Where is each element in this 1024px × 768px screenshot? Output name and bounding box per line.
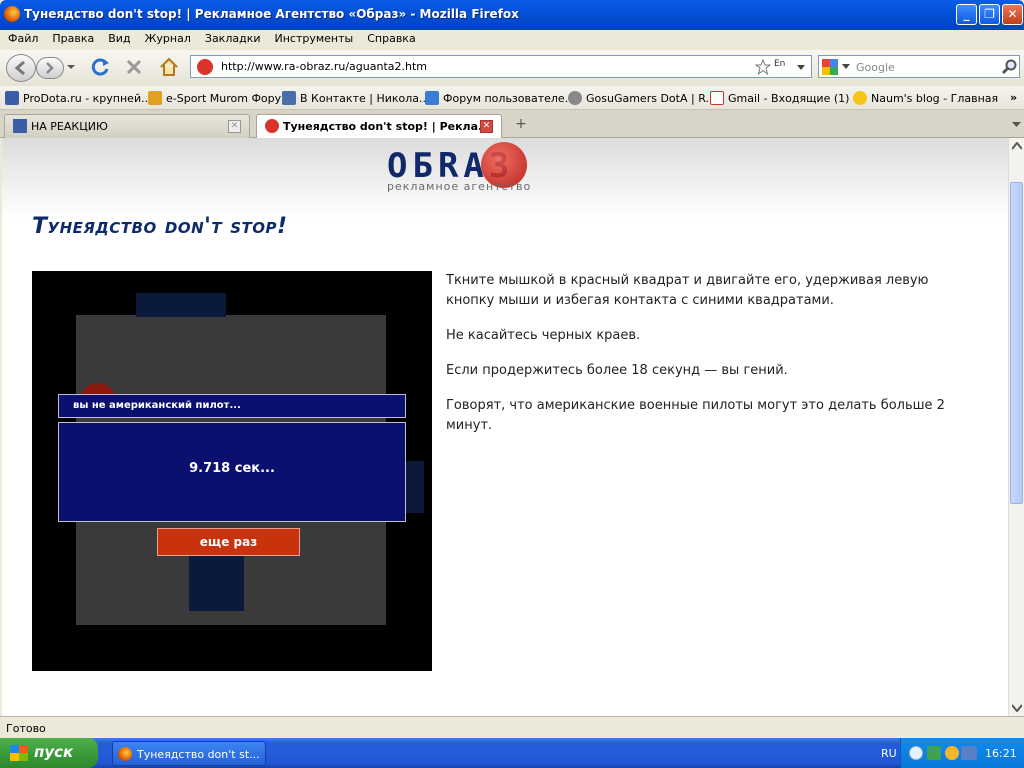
new-tab-button[interactable]: + (508, 116, 534, 136)
translate-icon[interactable]: En (774, 59, 792, 74)
menu-view[interactable]: Вид (100, 30, 136, 45)
tab-close-icon[interactable]: ✕ (480, 120, 493, 133)
menu-bookmarks[interactable]: Закладки (197, 30, 267, 45)
result-header: вы не американский пилот... (58, 394, 406, 418)
smiley-icon (853, 91, 867, 105)
prodota-icon (5, 91, 19, 105)
forum-icon (148, 91, 162, 105)
taskbar-item-label: Тунеядство don't st... (137, 748, 260, 761)
bookmarks-toolbar: ProDota.ru - крупней... e-Sport Murom Фо… (0, 86, 1024, 110)
start-label: пуск (34, 743, 74, 761)
page-content: ОБRАЗ рекламное агентство Тунеядство don… (2, 138, 1008, 716)
reload-icon[interactable] (90, 56, 112, 78)
bookmarks-overflow-icon[interactable]: » (1010, 91, 1017, 104)
page-heading: Тунеядство don't stop! (32, 214, 288, 239)
menu-tools[interactable]: Инструменты (267, 30, 360, 45)
stop-icon[interactable] (124, 57, 144, 77)
tab-na-reakciyu[interactable]: НА РЕАКЦИЮ ✕ (4, 114, 250, 138)
blue-square (404, 461, 424, 513)
system-tray: RU 16:21 (881, 738, 1024, 768)
start-button[interactable]: пуск (0, 738, 98, 768)
bookmark-forum[interactable]: Форум пользователе... (425, 91, 575, 105)
menu-edit[interactable]: Правка (44, 30, 100, 45)
retry-button[interactable]: еще раз (157, 528, 300, 556)
tray-app-icon[interactable] (945, 746, 959, 760)
instruction-text: Не касайтесь черных краев. (446, 328, 641, 343)
firefox-icon (4, 6, 20, 22)
back-arrow-icon (14, 60, 25, 76)
bookmark-naum-blog[interactable]: Naum's blog - Главная (853, 91, 998, 105)
back-button[interactable] (6, 54, 36, 82)
menu-help[interactable]: Справка (359, 30, 421, 45)
forward-arrow-icon (46, 62, 54, 74)
status-text: Готово (6, 722, 46, 735)
tab-label: НА РЕАКЦИЮ (31, 120, 108, 133)
close-button[interactable]: ✕ (1002, 4, 1023, 25)
windows-logo-icon (10, 745, 28, 761)
scrollbar-thumb[interactable] (1010, 182, 1023, 504)
vk-icon (282, 91, 296, 105)
tab-close-icon[interactable]: ✕ (228, 120, 241, 133)
scroll-up-icon[interactable] (1012, 142, 1022, 150)
description: Ткните мышкой в красный квадрат и двигай… (446, 271, 976, 436)
bookmark-gosugamers[interactable]: GosuGamers DotA | R... (568, 91, 716, 105)
menu-history[interactable]: Журнал (137, 30, 197, 45)
menu-file[interactable]: Файл (0, 30, 44, 45)
url-bar[interactable]: http://www.ra-obraz.ru/aguanta2.htm En (190, 55, 812, 78)
gosugamers-icon (568, 91, 582, 105)
taskbar-item-firefox[interactable]: Тунеядство don't st... (112, 741, 266, 766)
tab-strip: НА РЕАКЦИЮ ✕ Тунеядство don't stop! | Ре… (0, 110, 1024, 139)
search-icon[interactable] (1001, 59, 1017, 75)
status-bar: Готово (0, 716, 1024, 738)
tab-favicon-icon (265, 119, 279, 133)
language-indicator[interactable]: RU (881, 747, 897, 760)
tab-favicon-icon (13, 119, 27, 133)
tray-expand-icon[interactable] (909, 746, 923, 760)
bookmark-star-icon[interactable] (755, 59, 771, 75)
clock[interactable]: 16:21 (985, 747, 1017, 760)
history-dropdown-icon[interactable] (66, 62, 76, 72)
bookmark-gmail[interactable]: Gmail - Входящие (1) ... (710, 91, 863, 105)
tab-list-icon[interactable] (1012, 122, 1021, 128)
result-time: 9.718 сек... (58, 422, 406, 522)
forward-button[interactable] (36, 57, 64, 79)
firefox-icon (118, 747, 132, 761)
bookmark-esport-murom[interactable]: e-Sport Murom Форум (148, 91, 289, 105)
scroll-down-icon[interactable] (1012, 704, 1022, 712)
google-icon[interactable] (822, 59, 838, 75)
maximize-button[interactable]: ❐ (979, 4, 1000, 25)
instruction-text: Если продержитесь более 18 секунд — вы г… (446, 363, 788, 378)
obraz-logo: ОБRАЗ рекламное агентство (387, 142, 627, 194)
search-bar[interactable]: Google (818, 55, 1020, 78)
tab-active[interactable]: Тунеядство don't stop! | Рекла... ✕ (256, 114, 502, 139)
blue-square (136, 293, 226, 317)
game-border: вы не американский пилот... 9.718 сек...… (32, 271, 432, 671)
instruction-text: Ткните мышкой в красный квадрат и двигай… (446, 273, 929, 308)
instruction-text: Говорят, что американские военные пилоты… (446, 398, 945, 433)
tray-app-icon[interactable] (927, 746, 941, 760)
forum-check-icon (425, 91, 439, 105)
home-icon[interactable] (158, 56, 180, 78)
url-text: http://www.ra-obraz.ru/aguanta2.htm (221, 60, 428, 73)
network-icon[interactable] (961, 746, 977, 760)
window-title: Тунеядство don't stop! | Рекламное Агент… (24, 7, 519, 21)
bookmark-vkontakte[interactable]: В Контакте | Никола... (282, 91, 430, 105)
window-title-bar[interactable]: Тунеядство don't stop! | Рекламное Агент… (0, 0, 1024, 30)
search-engine-dropdown-icon[interactable] (842, 64, 850, 70)
url-dropdown-icon[interactable] (797, 64, 806, 72)
minimize-button[interactable]: _ (956, 4, 977, 25)
site-favicon-icon (197, 59, 213, 75)
bookmark-prodota[interactable]: ProDota.ru - крупней... (5, 91, 152, 105)
blue-square (189, 551, 244, 611)
tab-label: Тунеядство don't stop! | Рекла... (283, 120, 491, 133)
menu-bar: Файл Правка Вид Журнал Закладки Инструменты Сп… (0, 30, 1024, 50)
gmail-icon (710, 91, 724, 105)
search-input[interactable]: Google (856, 61, 895, 74)
